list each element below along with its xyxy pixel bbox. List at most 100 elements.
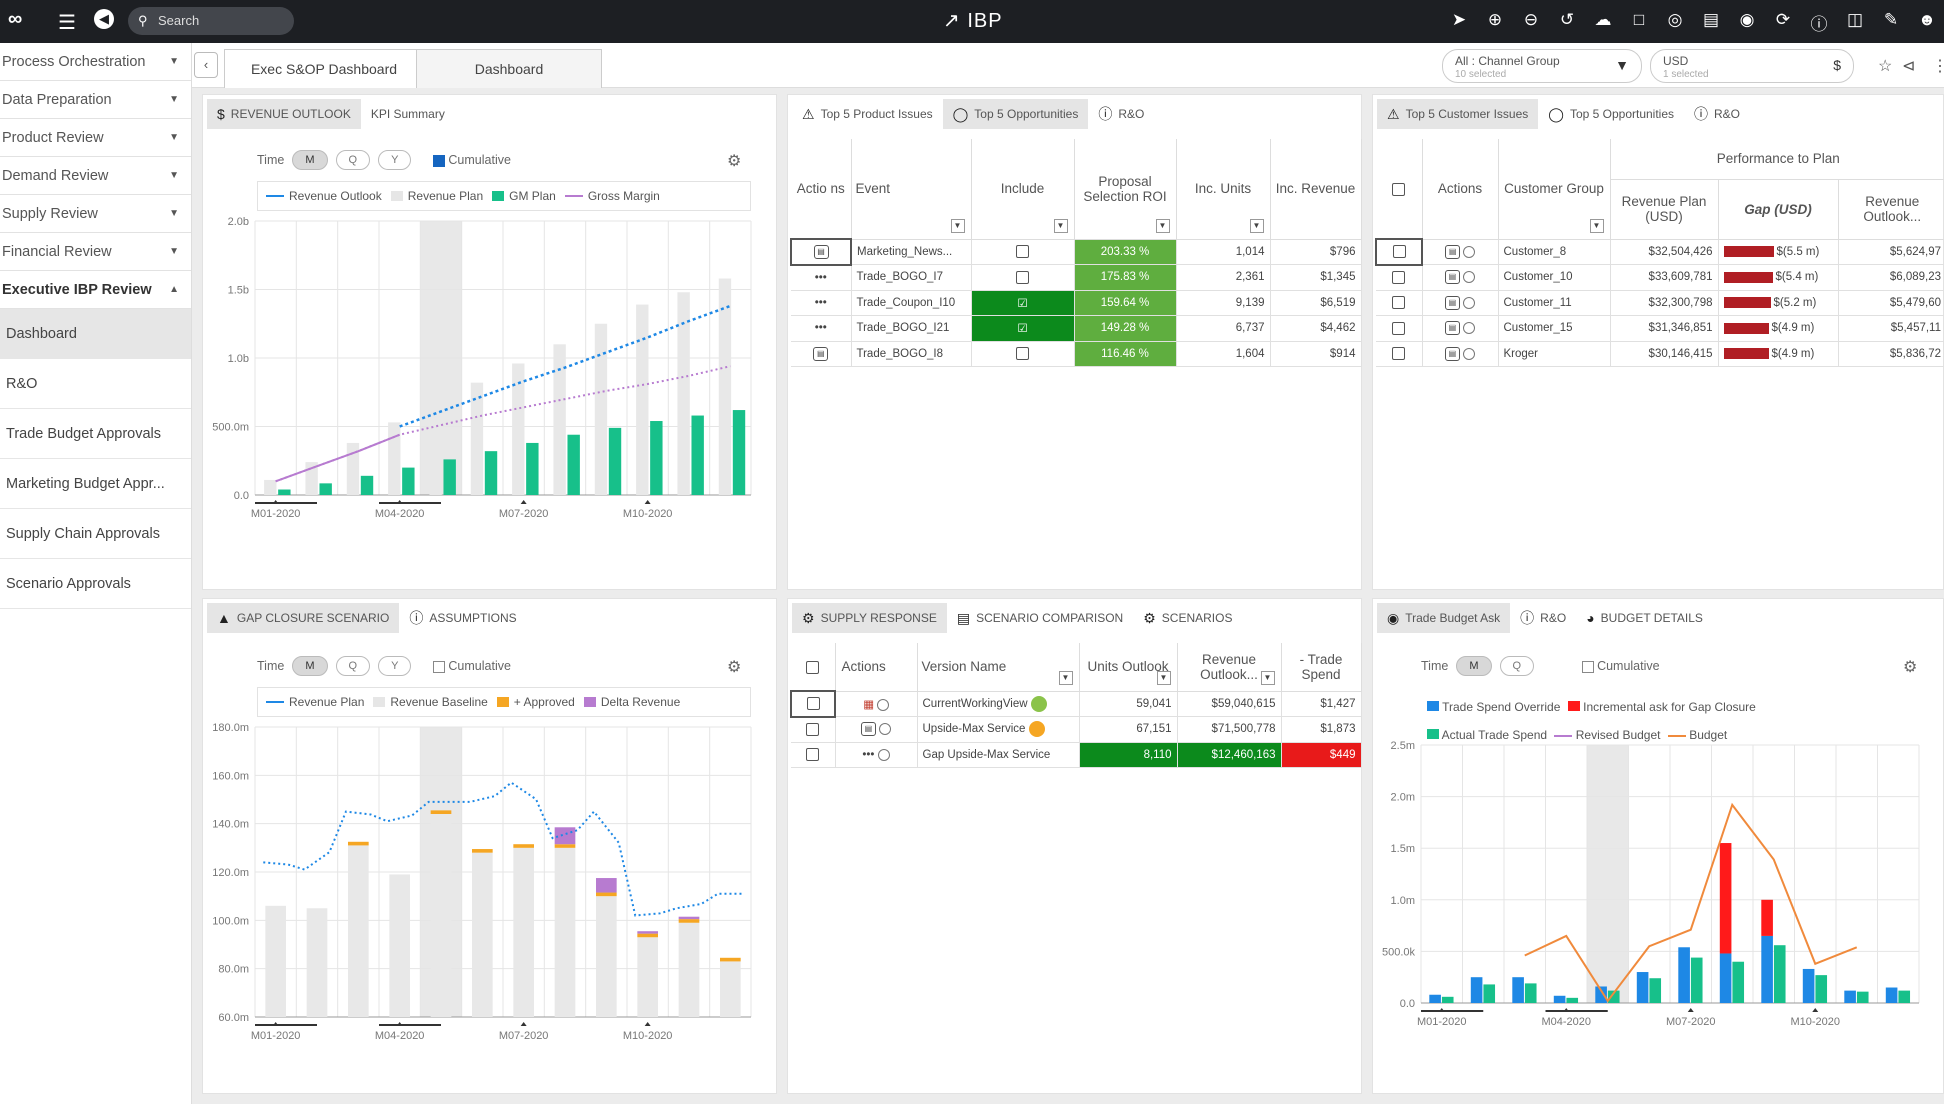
table-row[interactable]: ▤ Customer_8 $32,504,426 $(5.5 m) $5,624… bbox=[1375, 238, 1944, 266]
row-action-icon[interactable]: ▤ bbox=[1444, 270, 1460, 285]
table-row[interactable]: ▦ CurrentWorkingView 59,041 $59,040,615 … bbox=[790, 690, 1362, 718]
include-checkbox[interactable] bbox=[1016, 245, 1029, 259]
share-link-icon[interactable]: ⊲ bbox=[1902, 56, 1915, 76]
cumulative-checkbox[interactable]: Cumulative bbox=[433, 153, 511, 167]
menu-icon[interactable]: ☰ bbox=[58, 10, 76, 35]
filter-dropdown-icon[interactable]: ▼ bbox=[1249, 218, 1264, 233]
send-icon[interactable]: ➤ bbox=[1448, 10, 1470, 35]
table-row[interactable]: ▤ Kroger $30,146,415 $(4.9 m) $5,836,72 bbox=[1376, 341, 1944, 367]
period-year-toggle[interactable]: Y bbox=[378, 656, 412, 676]
tab-r-and-o[interactable]: ⓘ R&O bbox=[1684, 99, 1750, 129]
more-icon[interactable]: ••• bbox=[791, 290, 852, 316]
row-action-icon[interactable]: ▤ bbox=[813, 346, 829, 361]
sidebar-subitem-dashboard[interactable]: Dashboard bbox=[0, 309, 191, 359]
more-icon[interactable]: ••• bbox=[862, 749, 874, 761]
status-circle-icon[interactable] bbox=[879, 723, 892, 736]
table-row[interactable]: ••• Trade_BOGO_I21 ☑ 149.28 % 6,737 $4,4… bbox=[791, 315, 1362, 342]
select-all-checkbox[interactable] bbox=[806, 660, 820, 674]
tab-revenue-outlook[interactable]: $ REVENUE OUTLOOK bbox=[207, 99, 361, 129]
plus-icon[interactable]: ⊕ bbox=[1484, 10, 1506, 35]
select-all-checkbox[interactable] bbox=[1392, 182, 1406, 196]
book-icon[interactable]: ◫ bbox=[1844, 10, 1866, 35]
filter-dropdown-icon[interactable]: ▼ bbox=[1053, 218, 1068, 233]
filter-dropdown-icon[interactable]: ▼ bbox=[1589, 218, 1604, 233]
share-icon[interactable]: ↺ bbox=[1556, 10, 1578, 35]
include-checkbox-checked[interactable]: ☑ bbox=[1017, 298, 1027, 310]
period-quarter-toggle[interactable]: Q bbox=[1499, 656, 1535, 676]
period-month-toggle[interactable]: M bbox=[1456, 656, 1492, 676]
help-icon[interactable]: ⓘ bbox=[1808, 10, 1830, 35]
tab-supply-response[interactable]: ⚙ SUPPLY RESPONSE bbox=[792, 603, 947, 633]
calendar-icon[interactable]: ▦ bbox=[863, 699, 874, 711]
include-checkbox-checked[interactable]: ☑ bbox=[1017, 323, 1027, 335]
table-row[interactable]: ▤ Customer_10 $33,609,781 $(5.4 m) $6,08… bbox=[1376, 264, 1944, 291]
filter-dropdown-icon[interactable]: ▼ bbox=[1058, 670, 1073, 685]
row-checkbox[interactable] bbox=[806, 723, 820, 736]
more-icon[interactable]: ••• bbox=[791, 264, 852, 291]
sidebar-item-executive-ibp-review[interactable]: Executive IBP Review ▲ bbox=[0, 271, 191, 309]
cumulative-checkbox[interactable]: Cumulative bbox=[1582, 659, 1660, 673]
target-icon[interactable]: ◎ bbox=[1664, 10, 1686, 35]
sidebar-item-process-orchestration[interactable]: Process Orchestration ▼ bbox=[0, 43, 191, 81]
more-icon[interactable]: ••• bbox=[791, 315, 852, 342]
sidebar-subitem-r-and-o[interactable]: R&O bbox=[0, 359, 191, 409]
status-circle-icon[interactable] bbox=[1463, 245, 1476, 258]
table-row[interactable]: ••• Trade_BOGO_I7 175.83 % 2,361 $1,345 bbox=[791, 264, 1362, 291]
tab-exec-sop-dashboard[interactable]: Exec S&OP Dashboard bbox=[224, 49, 424, 88]
favorite-icon[interactable]: ☆ bbox=[1878, 56, 1892, 76]
row-checkbox[interactable] bbox=[806, 697, 820, 711]
table-row[interactable]: ▤ Upside-Max Service 67,151 $71,500,778 … bbox=[791, 716, 1362, 743]
checkbox-unchecked[interactable] bbox=[1582, 660, 1595, 673]
row-checkbox[interactable] bbox=[1392, 245, 1406, 259]
status-circle-icon[interactable] bbox=[1463, 322, 1476, 335]
chat-icon[interactable]: ◉ bbox=[1736, 10, 1758, 35]
table-row[interactable]: ▤ Marketing_News... 203.33 % 1,014 $796 bbox=[790, 238, 1362, 266]
search-input[interactable]: ⚲ Search bbox=[128, 7, 294, 35]
tab-dashboard[interactable]: Dashboard bbox=[416, 49, 602, 88]
sidebar-item-product-review[interactable]: Product Review ▼ bbox=[0, 119, 191, 157]
row-action-icon[interactable]: ▤ bbox=[813, 244, 829, 259]
table-icon[interactable]: ▤ bbox=[1700, 10, 1722, 35]
row-action-icon[interactable]: ▤ bbox=[1445, 244, 1461, 259]
gear-icon[interactable]: ⚙ bbox=[727, 657, 741, 677]
sidebar-subitem-scenario-approvals[interactable]: Scenario Approvals bbox=[0, 559, 191, 609]
filter-dropdown-icon[interactable]: ▼ bbox=[950, 218, 965, 233]
column-header-gap[interactable]: Gap (USD) bbox=[1718, 179, 1839, 240]
period-month-toggle[interactable]: M bbox=[292, 150, 328, 170]
user-icon[interactable]: ☻ bbox=[1916, 10, 1938, 35]
sidebar-subitem-supply-chain-approvals[interactable]: Supply Chain Approvals bbox=[0, 509, 191, 559]
table-row[interactable]: ▤ Trade_BOGO_I8 116.46 % 1,604 $914 bbox=[791, 341, 1362, 367]
cloud-upload-icon[interactable]: ☁ bbox=[1592, 10, 1614, 35]
row-checkbox[interactable] bbox=[1392, 321, 1406, 335]
period-month-toggle[interactable]: M bbox=[292, 656, 328, 676]
status-circle-icon[interactable] bbox=[1463, 347, 1476, 360]
status-circle-icon[interactable] bbox=[1463, 271, 1476, 284]
table-row[interactable]: ••• Trade_Coupon_I10 ☑ 159.64 % 9,139 $6… bbox=[791, 290, 1362, 316]
tab-scenarios[interactable]: ⚙ SCENARIOS bbox=[1133, 603, 1242, 633]
tab-r-and-o[interactable]: ⓘ R&O bbox=[1088, 99, 1154, 129]
include-checkbox[interactable] bbox=[1016, 347, 1029, 361]
row-action-icon[interactable]: ▤ bbox=[1444, 346, 1460, 361]
tab-kpi-summary[interactable]: KPI Summary bbox=[361, 99, 455, 129]
table-row[interactable]: ▤ Customer_15 $31,346,851 $(4.9 m) $5,45… bbox=[1376, 315, 1944, 342]
sidebar-item-demand-review[interactable]: Demand Review ▼ bbox=[0, 157, 191, 195]
tab-scenario-comparison[interactable]: ▤ SCENARIO COMPARISON bbox=[947, 603, 1133, 633]
refresh-icon[interactable]: ⟳ bbox=[1772, 10, 1794, 35]
status-circle-icon[interactable] bbox=[877, 698, 890, 711]
row-action-icon[interactable]: ▤ bbox=[860, 722, 876, 737]
tab-assumptions[interactable]: ⓘ ASSUMPTIONS bbox=[399, 603, 526, 633]
period-year-toggle[interactable]: Y bbox=[378, 150, 412, 170]
status-circle-icon[interactable] bbox=[877, 748, 890, 761]
currency-filter[interactable]: USD 1 selected $ bbox=[1650, 49, 1854, 83]
tab-top-customer-issues[interactable]: ⚠ Top 5 Customer Issues bbox=[1377, 99, 1539, 129]
sidebar-item-supply-review[interactable]: Supply Review ▼ bbox=[0, 195, 191, 233]
checkbox-unchecked[interactable] bbox=[433, 660, 446, 673]
period-quarter-toggle[interactable]: Q bbox=[335, 656, 371, 676]
row-checkbox[interactable] bbox=[1392, 347, 1406, 361]
more-icon[interactable]: ⋮ bbox=[1932, 56, 1944, 76]
filter-dropdown-icon[interactable]: ▼ bbox=[1156, 670, 1171, 685]
back-icon[interactable]: ◀ bbox=[94, 9, 114, 29]
filter-dropdown-icon[interactable]: ▼ bbox=[1260, 670, 1275, 685]
minus-icon[interactable]: ⊖ bbox=[1520, 10, 1542, 35]
row-checkbox[interactable] bbox=[806, 748, 820, 762]
